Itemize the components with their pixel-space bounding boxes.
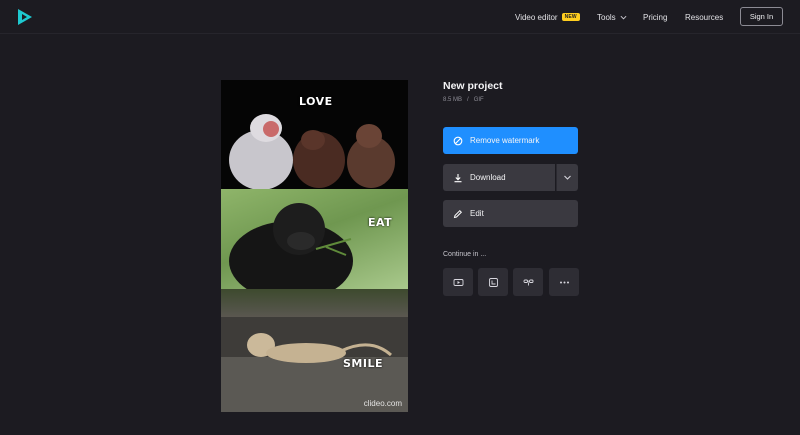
nav-resources[interactable]: Resources: [685, 0, 723, 34]
sign-in-button[interactable]: Sign In: [740, 7, 783, 26]
pencil-icon: [453, 209, 463, 218]
no-symbol-icon: [453, 136, 463, 145]
gorilla-image: [229, 203, 353, 301]
continue-youtube-button[interactable]: [443, 268, 473, 296]
nav-resources-label: Resources: [685, 12, 724, 22]
chevron-down-icon: [620, 15, 627, 19]
youtube-icon: [453, 278, 463, 286]
project-title: New project: [443, 80, 503, 92]
clideo-logo-icon[interactable]: [16, 8, 34, 26]
nav-tools-label: Tools: [597, 12, 616, 22]
file-format: GIF: [473, 97, 484, 103]
preview-panel-love: LOVE: [221, 80, 408, 190]
file-size: 8.5 MB: [443, 97, 463, 103]
project-meta: 8.5 MB / GIF: [443, 97, 484, 103]
top-header: Video editor NEW Tools Pricing Resources…: [0, 0, 800, 34]
remove-watermark-label: Remove watermark: [470, 136, 540, 145]
download-button[interactable]: Download: [443, 164, 555, 191]
continue-more-button[interactable]: [549, 268, 579, 296]
nav-video-editor-label: Video editor: [515, 12, 558, 22]
meta-separator: /: [467, 97, 469, 103]
meme-caption-love: LOVE: [299, 95, 333, 108]
preview-panel-smile: SMILE clideo.com: [221, 317, 408, 412]
more-icon: [559, 281, 569, 283]
download-options-button[interactable]: [556, 164, 578, 191]
crop-icon: [488, 277, 498, 287]
download-icon: [454, 173, 462, 182]
chevron-down-icon: [564, 175, 571, 180]
edit-label: Edit: [470, 209, 484, 218]
nav-pricing[interactable]: Pricing: [643, 0, 667, 34]
link-icon: [523, 279, 533, 285]
remove-watermark-button[interactable]: Remove watermark: [443, 127, 578, 154]
continue-in-label: Continue in ...: [443, 251, 487, 258]
nav-tools[interactable]: Tools: [597, 0, 627, 34]
edit-button[interactable]: Edit: [443, 200, 578, 227]
preview-panel-transition: [221, 289, 408, 317]
nav-video-editor[interactable]: Video editor NEW: [515, 0, 580, 34]
meme-caption-eat: EAT: [368, 216, 393, 229]
continue-crop-button[interactable]: [478, 268, 508, 296]
download-label: Download: [470, 173, 506, 182]
preview-panel-eat: EAT: [221, 189, 408, 301]
meme-caption-smile: SMILE: [343, 357, 383, 370]
continue-link-button[interactable]: [513, 268, 543, 296]
nav-pricing-label: Pricing: [643, 12, 668, 22]
clideo-watermark: clideo.com: [363, 399, 402, 408]
gif-preview: LOVE EAT SMILE clideo.com: [221, 80, 408, 412]
new-badge: NEW: [561, 13, 580, 21]
